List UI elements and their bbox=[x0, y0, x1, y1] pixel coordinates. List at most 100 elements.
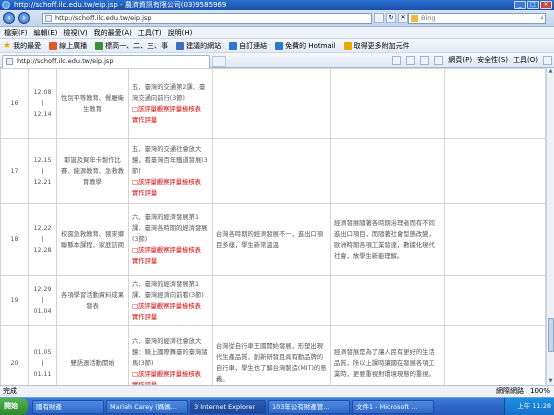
favorites-bar: ★ 我的最愛 線上廣播 標高一、二、三、事 建議的網站 自訂連結 免費的 Hot… bbox=[0, 39, 554, 53]
reflection-cell: 經濟發展隨著各時期治理者而有不同進出口項目，而隨著社會型態改變，歐洲時期各項工業… bbox=[330, 203, 445, 276]
stop-icon[interactable]: ✕ bbox=[398, 13, 408, 23]
refresh-icon[interactable]: ↻ bbox=[386, 13, 396, 23]
compatibility-icon[interactable] bbox=[374, 13, 384, 23]
table-row: 19 12.29 | 01.04 各項學習活動資料成果發表 六、臺灣的經濟發展第1課、臺灣… bbox=[0, 275, 546, 326]
date-sep: | bbox=[41, 236, 44, 243]
task-button[interactable]: 文件1 - Microsoft ... bbox=[352, 400, 434, 414]
status-bar: 完成 網際網路 100% bbox=[0, 385, 554, 397]
date-start: 12.08 bbox=[33, 89, 52, 96]
week-cell: 17 bbox=[0, 138, 29, 204]
reflection-cell bbox=[330, 275, 445, 326]
objective-cell bbox=[212, 275, 331, 326]
mail-icon[interactable] bbox=[420, 56, 430, 65]
unit-text: 六、臺灣的經濟發展第1課、臺灣各時期的經濟發展(3節) bbox=[132, 214, 208, 243]
search-input[interactable]: Bing ⌕ bbox=[408, 13, 546, 24]
reflection-cell bbox=[330, 138, 445, 204]
task-button[interactable]: Mariah Carey (媽媽... bbox=[106, 400, 188, 414]
date-end: 12.28 bbox=[33, 247, 52, 254]
date-start: 01.05 bbox=[33, 348, 52, 356]
favorite-item[interactable]: 線上廣播 bbox=[49, 41, 87, 51]
objective-cell bbox=[212, 68, 331, 139]
date-sep: | bbox=[41, 297, 44, 304]
assessment-text: □該評量觀察評量檢核表 bbox=[132, 105, 201, 113]
table-row: 18 12.22 | 12.28 校園急救教育、猥來鄉聯縣本課程、家庭訪問 六、臺灣的經濟… bbox=[0, 203, 546, 276]
menu-help[interactable]: 說明(H) bbox=[168, 27, 199, 38]
scroll-down-icon[interactable]: ▼ bbox=[547, 378, 554, 385]
print-icon[interactable] bbox=[434, 56, 444, 65]
blank-cell bbox=[444, 275, 546, 326]
new-tab-button[interactable] bbox=[212, 56, 226, 67]
assessment-text: 實作評量 bbox=[132, 313, 158, 321]
favorites-button[interactable]: ★ 我的最愛 bbox=[3, 41, 41, 51]
home-icon[interactable] bbox=[392, 56, 402, 65]
hotmail-icon bbox=[275, 41, 284, 50]
unit-cell: 六、臺灣的經濟社會放大鏡：騎上國際舞臺的臺灣諸馬(3節) □該評量觀察評量檢核表實… bbox=[128, 325, 213, 385]
address-bar: ‹ › http://schoff.ilc.edu.tw/eip.jsp ↻ ✕… bbox=[0, 10, 554, 27]
schedule-table: 16 12.08 | 12.14 性別平等教育、餐廳衛生教育 五、臺灣的交通第2課、臺灣交… bbox=[0, 68, 546, 385]
blank-cell bbox=[444, 138, 546, 204]
task-button[interactable]: 103年公有財產管... bbox=[268, 400, 350, 414]
favorite-item[interactable]: 免費的 Hotmail bbox=[275, 41, 336, 51]
table-row: 16 12.08 | 12.14 性別平等教育、餐廳衛生教育 五、臺灣的交通第2課、臺灣交… bbox=[0, 68, 546, 139]
command-bar: http://schoff.ilc.edu.tw/eip.jsp 網頁(P) 安… bbox=[0, 53, 554, 68]
help-icon[interactable] bbox=[543, 56, 552, 65]
menu-bar: 檔案(F) 編輯(E) 檢視(V) 我的最愛(A) 工具(T) 說明(H) bbox=[0, 27, 554, 39]
start-button[interactable]: 開始 bbox=[0, 398, 28, 415]
table-row: 17 12.15 | 12.21 耶誕及賀年卡製作比賽、能源教育、急救教育教學 五、臺灣的… bbox=[0, 138, 546, 204]
zoom-level[interactable]: 100% bbox=[530, 386, 550, 397]
favorite-label: 取得更多附加元件 bbox=[353, 41, 410, 50]
date-start: 12.22 bbox=[33, 225, 52, 232]
page-content: 16 12.08 | 12.14 性別平等教育、餐廳衛生教育 五、臺灣的交通第2課、臺灣交… bbox=[0, 68, 546, 385]
system-clock: 上午 11:28 bbox=[504, 398, 554, 415]
task-button[interactable]: 國有財產 bbox=[32, 400, 104, 414]
objective-cell: 台灣各時期的經濟發展不一，進出口項目多樣，學生新常溫溫 bbox=[212, 203, 331, 276]
browser-tab[interactable]: http://schoff.ilc.edu.tw/eip.jsp bbox=[2, 55, 210, 68]
addons-icon bbox=[343, 41, 352, 50]
tab-label: http://schoff.ilc.edu.tw/eip.jsp bbox=[17, 57, 114, 65]
forward-button[interactable]: › bbox=[18, 12, 30, 24]
favorite-item[interactable]: 標高一、二、三、事 bbox=[95, 41, 168, 51]
week-cell: 20 bbox=[0, 325, 29, 385]
vertical-scrollbar[interactable]: ▲ ▼ bbox=[546, 68, 554, 385]
feeds-icon[interactable] bbox=[406, 56, 416, 65]
activity-cell: 性別平等教育、餐廳衛生教育 bbox=[56, 68, 129, 139]
activity-cell: 校園急救教育、猥來鄉聯縣本課程、家庭訪問 bbox=[56, 203, 129, 276]
scroll-thumb[interactable] bbox=[548, 318, 554, 352]
favorite-item[interactable]: 建議的網站 bbox=[176, 41, 221, 51]
assessment-text: □該評量觀察評量檢核表 bbox=[132, 178, 201, 186]
page-icon bbox=[45, 15, 52, 22]
date-sep: | bbox=[41, 359, 44, 367]
date-end: 12.14 bbox=[33, 111, 52, 118]
favorite-label: 線上廣播 bbox=[59, 41, 88, 50]
favorite-label: 建議的網站 bbox=[186, 41, 222, 50]
favorite-label: 免費的 Hotmail bbox=[285, 41, 336, 50]
search-icon[interactable]: ⌕ bbox=[540, 14, 544, 23]
date-start: 12.15 bbox=[33, 156, 52, 164]
zone-label: 網際網路 bbox=[495, 387, 524, 395]
menu-edit[interactable]: 編輯(E) bbox=[34, 27, 64, 38]
date-cell: 01.05 | 01.11 bbox=[28, 325, 57, 385]
safety-menu[interactable]: 安全性(S) bbox=[477, 55, 508, 66]
date-start: 12.29 bbox=[33, 286, 52, 293]
close-button[interactable]: × bbox=[540, 1, 552, 9]
activity-cell: 耶誕及賀年卡製作比賽、能源教育、急救教育教學 bbox=[56, 138, 129, 204]
url-input[interactable]: http://schoff.ilc.edu.tw/eip.jsp bbox=[42, 13, 372, 24]
unit-text: 六、臺灣的經濟發展第1課、臺灣經濟向前看(3節) bbox=[132, 280, 204, 299]
menu-view[interactable]: 檢視(V) bbox=[63, 27, 93, 38]
favorite-item[interactable]: 自訂連結 bbox=[229, 41, 267, 51]
assessment-text: □該評量觀察評量檢核表 bbox=[132, 302, 201, 310]
menu-tools[interactable]: 工具(T) bbox=[138, 27, 168, 38]
menu-favorites[interactable]: 我的最愛(A) bbox=[94, 27, 138, 38]
favorite-item[interactable]: 取得更多附加元件 bbox=[343, 41, 410, 51]
maximize-button[interactable]: □ bbox=[527, 1, 539, 9]
page-menu[interactable]: 網頁(P) bbox=[448, 55, 472, 66]
back-button[interactable]: ‹ bbox=[3, 12, 15, 24]
minimize-button[interactable]: _ bbox=[514, 1, 526, 9]
task-button[interactable]: 3 Internet Explorer bbox=[190, 400, 266, 414]
menu-file[interactable]: 檔案(F) bbox=[4, 27, 34, 38]
date-cell: 12.22 | 12.28 bbox=[28, 203, 57, 276]
scroll-up-icon[interactable]: ▲ bbox=[547, 68, 554, 75]
blank-cell bbox=[444, 325, 546, 385]
tools-menu[interactable]: 工具(O) bbox=[513, 55, 538, 66]
objective-cell: 台灣從自行車王國開始發展，形塑出現代生產品質，創新研發且具有動品牌的自行車，學生… bbox=[212, 325, 331, 385]
